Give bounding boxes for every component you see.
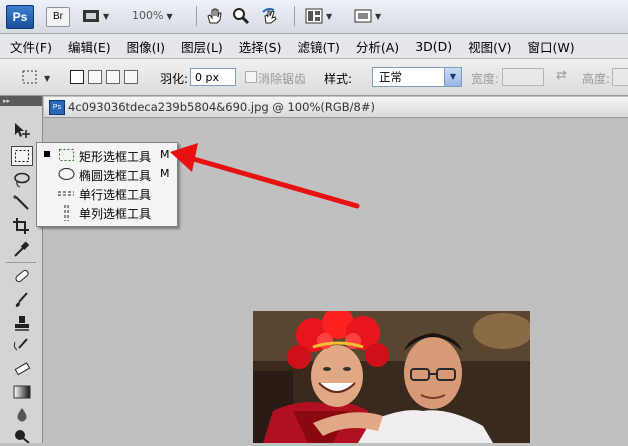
blur-tool-icon[interactable] (11, 405, 33, 425)
intersect-selection-icon[interactable] (124, 70, 138, 84)
flyout-item-label: 单列选框工具 (79, 207, 152, 221)
flyout-item-elliptical-marquee[interactable]: 椭圆选框工具 M (37, 165, 177, 183)
screen-mode-icon[interactable]: ▼ (354, 7, 381, 25)
flyout-item-shortcut: M (160, 148, 170, 161)
clone-stamp-icon[interactable] (11, 313, 33, 333)
zoom-level-value: 100% (132, 9, 164, 22)
film-strip-icon[interactable]: ▼ (82, 7, 109, 25)
menu-file[interactable]: 文件(F) (0, 37, 58, 56)
document-title: 4c093036tdeca239b5804&690.jpg @ 100%(RGB… (68, 100, 375, 114)
flyout-item-rectangular-marquee[interactable]: 矩形选框工具 M (37, 146, 177, 164)
document-photo (253, 311, 530, 443)
flyout-item-shortcut: M (160, 167, 170, 180)
flyout-item-label: 椭圆选框工具 (79, 169, 152, 183)
menu-window[interactable]: 窗口(W) (517, 37, 580, 56)
antialias-checkbox[interactable] (245, 71, 257, 83)
single-row-marquee-icon (57, 186, 75, 200)
elliptical-marquee-icon (57, 167, 75, 181)
marquee-tool-flyout: 矩形选框工具 M 椭圆选框工具 M 单行选框工具 单列选框工具 (36, 142, 178, 227)
menu-filter[interactable]: 滤镜(T) (287, 37, 345, 56)
zoom-level-select[interactable]: 100% ▼ (132, 9, 173, 22)
flyout-item-label: 单行选框工具 (79, 188, 152, 202)
dodge-tool-icon[interactable] (11, 426, 33, 446)
crop-tool-icon[interactable] (11, 216, 33, 236)
menu-edit[interactable]: 编辑(E) (58, 37, 117, 56)
magic-wand-icon[interactable] (11, 193, 33, 213)
application-bar: Ps Br ▼ 100% ▼ ▼ ▼ (0, 0, 628, 34)
feather-label: 羽化: (160, 72, 189, 86)
menu-select[interactable]: 选择(S) (229, 37, 288, 56)
zoom-tool-icon[interactable] (232, 7, 250, 25)
brush-tool-icon[interactable] (11, 290, 33, 310)
photoshop-logo: Ps (6, 5, 34, 29)
svg-text:▼: ▼ (44, 74, 51, 83)
lasso-tool-icon[interactable] (11, 170, 33, 190)
chevron-down-icon: ▼ (166, 12, 173, 21)
rotate-view-icon[interactable] (260, 7, 280, 25)
width-label: 宽度: (471, 72, 500, 86)
tool-preset-picker[interactable]: ▼ (20, 68, 54, 89)
height-input[interactable] (612, 68, 628, 86)
menu-layer[interactable]: 图层(L) (171, 37, 229, 56)
arrange-documents-icon[interactable]: ▼ (305, 7, 332, 25)
healing-brush-icon[interactable] (11, 266, 33, 286)
selected-bullet-icon (44, 151, 50, 157)
swap-dimensions-icon[interactable]: ⇄ (556, 68, 567, 83)
flyout-item-single-row-marquee[interactable]: 单行选框工具 (37, 184, 177, 202)
width-input[interactable] (502, 68, 544, 86)
subtract-from-selection-icon[interactable] (106, 70, 120, 84)
bridge-button[interactable]: Br (46, 7, 70, 27)
history-brush-icon[interactable] (11, 336, 33, 356)
feather-input[interactable]: 0 px (190, 68, 236, 86)
antialias-label: 消除锯齿 (258, 72, 307, 86)
menu-3d[interactable]: 3D(D) (405, 39, 458, 54)
hand-tool-icon[interactable] (205, 7, 223, 25)
selection-mode-buttons (70, 68, 142, 86)
menu-bar: 文件(F) 编辑(E) 图像(I) 图层(L) 选择(S) 滤镜(T) 分析(A… (0, 34, 628, 59)
style-select-value: 正常 (379, 70, 402, 84)
flyout-item-label: 矩形选框工具 (79, 150, 152, 164)
add-to-selection-icon[interactable] (88, 70, 102, 84)
document-tab[interactable]: Ps 4c093036tdeca239b5804&690.jpg @ 100%(… (44, 97, 628, 118)
tools-panel-header[interactable]: ▸▸ (0, 96, 42, 106)
menu-view[interactable]: 视图(V) (458, 37, 517, 56)
height-label: 高度: (582, 72, 611, 86)
rectangular-marquee-icon (57, 148, 75, 162)
gradient-tool-icon[interactable] (11, 382, 33, 402)
new-selection-icon[interactable] (70, 70, 84, 84)
menu-analysis[interactable]: 分析(A) (346, 37, 405, 56)
style-select[interactable]: 正常 ▼ (372, 67, 462, 87)
move-tool-icon[interactable] (11, 120, 33, 140)
eyedropper-icon[interactable] (11, 239, 33, 259)
marquee-tool-icon[interactable] (11, 146, 33, 166)
chevron-down-icon: ▼ (444, 68, 461, 86)
menu-image[interactable]: 图像(I) (117, 37, 171, 56)
eraser-tool-icon[interactable] (11, 359, 33, 379)
flyout-item-single-column-marquee[interactable]: 单列选框工具 (37, 203, 177, 221)
single-column-marquee-icon (57, 205, 75, 221)
options-bar: ▼ 羽化: 0 px 消除锯齿 样式: 正常 ▼ 宽度: ⇄ 高度: (0, 59, 628, 96)
style-label: 样式: (324, 72, 353, 86)
photoshop-document-icon: Ps (49, 100, 65, 115)
